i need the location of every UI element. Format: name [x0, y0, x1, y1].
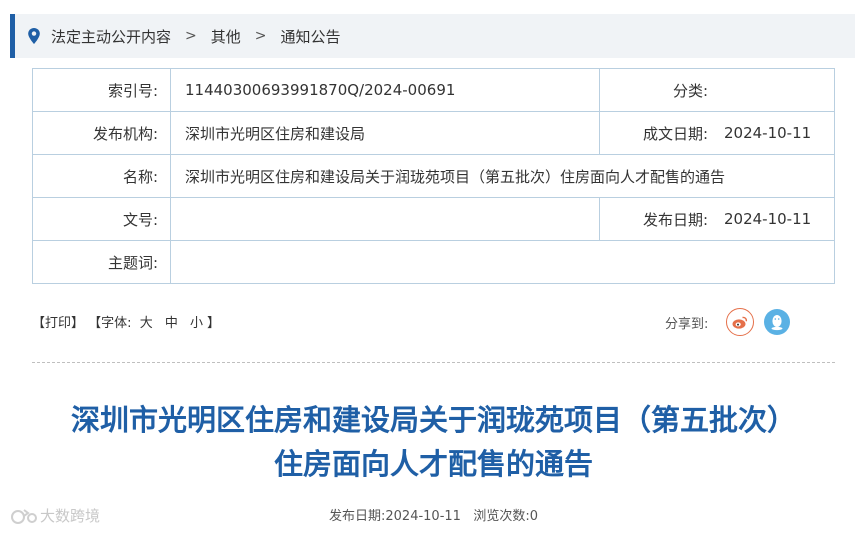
breadcrumb-link-disclosure[interactable]: 法定主动公开内容: [51, 26, 171, 47]
article-title-line-1: 深圳市光明区住房和建设局关于润珑苑项目（第五批次）: [70, 403, 796, 437]
index-label: 索引号:: [32, 68, 171, 112]
watermark: 大数跨境: [10, 505, 100, 526]
font-large-button[interactable]: 大: [140, 316, 153, 331]
table-row: 索引号: 11440300693991870Q/2024-00691 分类:: [32, 68, 835, 112]
publish-date-value: 2024-10-11: [385, 509, 461, 524]
breadcrumb-link-notices[interactable]: 通知公告: [281, 26, 341, 47]
chevron-right-icon: >: [254, 28, 267, 44]
chevron-right-icon: >: [185, 28, 197, 44]
category-value: [708, 68, 835, 112]
print-button[interactable]: 【打印】: [32, 316, 84, 331]
publisher-label: 发布机构:: [32, 111, 171, 155]
weibo-icon: [732, 316, 748, 329]
share-label: 分享到:: [665, 316, 709, 332]
article-tools: 【打印】 【字体: 大 中 小】: [32, 312, 220, 331]
weibo-share-button[interactable]: [726, 308, 755, 336]
publisher-value: 深圳市光明区住房和建设局: [170, 111, 600, 155]
qq-penguin-icon: [771, 315, 783, 331]
doc-no-label: 文号:: [32, 197, 171, 241]
font-size-label-close: 】: [207, 316, 221, 331]
name-value: 深圳市光明区住房和建设局关于润珑苑项目（第五批次）住房面向人才配售的通告: [170, 154, 835, 198]
watermark-logo-icon: [11, 508, 37, 524]
date-written-label: 成文日期:: [599, 111, 708, 155]
views-label: 浏览次数:: [473, 509, 530, 524]
article-info: 发布日期:2024-10-11 浏览次数:0: [0, 505, 867, 524]
font-medium-button[interactable]: 中: [165, 316, 178, 331]
breadcrumb: 法定主动公开内容 > 其他 > 通知公告: [10, 14, 855, 58]
divider: [32, 362, 835, 363]
watermark-text: 大数跨境: [40, 507, 101, 525]
location-pin-icon: [28, 28, 40, 44]
qq-share-button[interactable]: [764, 309, 791, 335]
subject-value: [170, 240, 835, 284]
table-row: 发布机构: 深圳市光明区住房和建设局 成文日期: 2024-10-11: [32, 111, 835, 155]
font-small-button[interactable]: 小: [190, 316, 203, 331]
document-meta-table: 索引号: 11440300693991870Q/2024-00691 分类: 发…: [32, 68, 835, 284]
table-row: 名称: 深圳市光明区住房和建设局关于润珑苑项目（第五批次）住房面向人才配售的通告: [32, 154, 835, 198]
category-label: 分类:: [599, 68, 708, 112]
table-row: 主题词:: [32, 240, 835, 284]
article-title: 深圳市光明区住房和建设局关于润珑苑项目（第五批次） 住房面向人才配售的通告: [0, 398, 867, 486]
publish-date-label: 发布日期:: [599, 197, 708, 241]
index-value: 11440300693991870Q/2024-00691: [170, 68, 600, 112]
name-label: 名称:: [32, 154, 171, 198]
subject-label: 主题词:: [32, 240, 171, 284]
publish-date-value: 2024-10-11: [708, 197, 835, 241]
font-size-label-open: 【字体:: [88, 316, 132, 331]
table-row: 文号: 发布日期: 2024-10-11: [32, 197, 835, 241]
share-bar: 分享到:: [665, 308, 791, 336]
article-title-line-2: 住房面向人才配售的通告: [273, 447, 593, 481]
views-count: 0: [529, 509, 539, 524]
breadcrumb-link-other[interactable]: 其他: [211, 26, 241, 47]
date-written-value: 2024-10-11: [708, 111, 835, 155]
doc-no-value: [170, 197, 600, 241]
publish-date-label: 发布日期:: [328, 509, 386, 524]
